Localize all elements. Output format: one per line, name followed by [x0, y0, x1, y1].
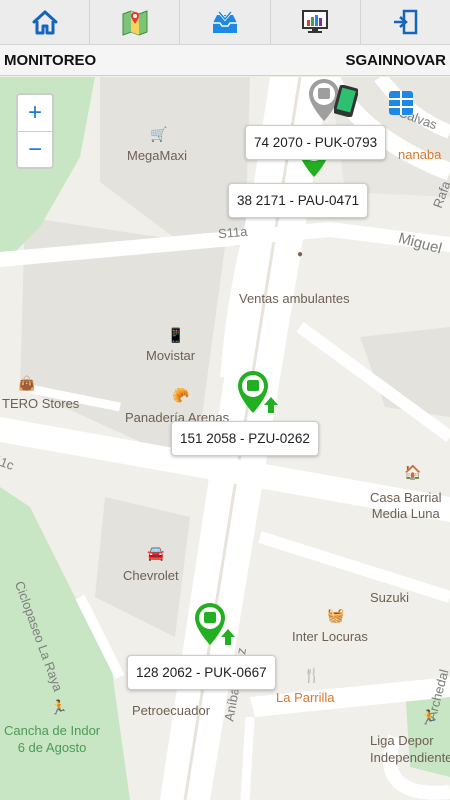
- direction-arrow-icon: [264, 397, 278, 413]
- monitor-chart-icon: [302, 10, 329, 33]
- layers-grid-icon[interactable]: [388, 90, 414, 116]
- poi-ventas: Ventas ambulantes: [239, 291, 350, 306]
- car-icon: 🚘: [147, 545, 165, 561]
- map-view[interactable]: Calvas S11a Miguel Rafa 11c Ciclopaseo L…: [0, 77, 450, 800]
- poi-casa-barrial: Casa Barrial Media Luna: [370, 490, 442, 521]
- shopping-bag-icon: 👜: [18, 375, 36, 391]
- vehicle-label-3[interactable]: 151 2058 - PZU-0262: [171, 421, 319, 456]
- poi-petroecuador: Petroecuador: [132, 703, 211, 718]
- monitor-button[interactable]: [271, 0, 361, 44]
- zoom-in-button[interactable]: +: [18, 95, 52, 132]
- bakery-icon: 🥐: [172, 387, 190, 403]
- title-bar: MONITOREO SGAINNOVAR: [0, 45, 450, 76]
- map-button[interactable]: [90, 0, 181, 44]
- direction-arrow-icon: [221, 629, 235, 645]
- poi-suzuki: Suzuki: [370, 590, 410, 605]
- map-icon: [122, 10, 148, 36]
- company-name: SGAINNOVAR: [345, 51, 446, 69]
- poi-cancha: Cancha de Indor 6 de Agosto: [4, 723, 101, 755]
- vehicle-label-2[interactable]: 38 2171 - PAU-0471: [228, 183, 369, 218]
- dot-icon: ●: [297, 249, 304, 260]
- vehicle-label-1[interactable]: 74 2070 - PUK-0793: [245, 125, 387, 160]
- poi-la-parrilla: La Parrilla: [276, 690, 335, 705]
- zoom-control: + −: [16, 93, 54, 169]
- basket-icon: 🧺: [327, 607, 345, 623]
- poi-etero: TERO Stores: [2, 396, 80, 411]
- poi-liga: Liga Depor Independiente M: [370, 733, 450, 765]
- poi-movistar: Movistar: [146, 348, 196, 363]
- phone-icon: 📱: [167, 327, 185, 343]
- phone-map-icon[interactable]: [334, 85, 358, 117]
- logout-button[interactable]: [361, 0, 450, 44]
- poi-chevrolet: Chevrolet: [123, 568, 179, 583]
- shopping-cart-icon: 🛒: [150, 126, 168, 142]
- street-s11a: S11a: [217, 223, 249, 242]
- section-title: MONITOREO: [4, 51, 97, 69]
- poi-megamaxi: MegaMaxi: [127, 148, 187, 163]
- zoom-out-button[interactable]: −: [18, 132, 52, 168]
- home-icon: [32, 10, 58, 35]
- top-toolbar: [0, 0, 450, 45]
- restaurant-icon: 🍴: [303, 667, 321, 683]
- inbox-icon: [213, 11, 237, 33]
- sports-icon: 🏃: [50, 699, 68, 715]
- logout-icon: [394, 9, 418, 35]
- sports-field-icon: 🏃: [420, 709, 438, 725]
- poi-inter-locuras: Inter Locuras: [292, 629, 368, 644]
- house-icon: 🏠: [404, 464, 422, 480]
- vehicle-label-4[interactable]: 128 2062 - PUK-0667: [127, 655, 276, 690]
- inbox-button[interactable]: [180, 0, 271, 44]
- home-button[interactable]: [0, 0, 91, 44]
- street-nanaba: nanaba: [398, 147, 442, 162]
